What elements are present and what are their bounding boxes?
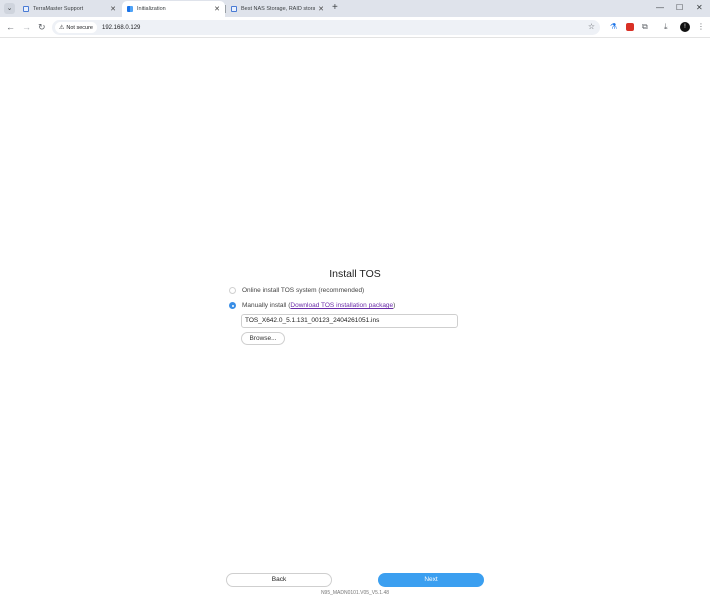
tab-terramaster-support[interactable]: TerraMaster Support ✕: [18, 1, 121, 17]
page-title: Install TOS: [329, 268, 381, 280]
online-install-option[interactable]: Online install TOS system (recommended): [229, 287, 364, 294]
online-install-label: Online install TOS system (recommended): [242, 287, 365, 294]
manual-install-option[interactable]: Manually install ( Download TOS installa…: [229, 302, 395, 309]
minimize-icon[interactable]: —: [656, 3, 664, 12]
manual-install-label-suffix: ): [393, 302, 396, 309]
extension-icon[interactable]: ⚗: [610, 22, 617, 32]
browse-button[interactable]: Browse...: [241, 332, 285, 345]
firmware-version: N95_MADN0101.V05_V5.1.48: [320, 590, 390, 596]
download-package-link[interactable]: Download TOS installation package: [290, 302, 393, 309]
next-button[interactable]: Next: [378, 573, 484, 587]
file-path-field[interactable]: TOS_X642.0_5.1.131_00123_2404261051.ins: [241, 314, 458, 328]
online-install-radio[interactable]: [229, 287, 236, 294]
red-extension-icon[interactable]: [626, 23, 634, 31]
back-button[interactable]: Back: [226, 573, 332, 587]
address-bar[interactable]: ⚠ Not secure 192.168.0.129 ☆: [52, 20, 600, 35]
close-icon[interactable]: ✕: [110, 5, 116, 13]
manual-install-label-prefix: Manually install (: [242, 302, 291, 309]
tab-initialization[interactable]: Initialization ✕: [122, 1, 225, 17]
download-icon[interactable]: ⤓: [664, 22, 668, 32]
tab-strip: ⌄ TerraMaster Support ✕ Initialization ✕…: [0, 0, 710, 17]
terramaster-favicon-icon: [23, 6, 29, 12]
reload-icon[interactable]: ↻: [38, 22, 46, 32]
tab-separator: [225, 5, 226, 13]
terramaster-favicon-icon: [231, 6, 237, 12]
tab-search-icon[interactable]: ⌄: [4, 3, 15, 14]
puzzle-extensions-icon[interactable]: ⧉: [642, 22, 648, 32]
close-icon[interactable]: ✕: [214, 5, 220, 13]
menu-kebab-icon[interactable]: ⋮: [697, 22, 705, 32]
maximize-icon[interactable]: ☐: [676, 3, 683, 12]
tab-title: Best NAS Storage, RAID storage: [241, 6, 316, 12]
back-arrow-icon[interactable]: ←: [6, 22, 15, 32]
tab-title: Initialization: [137, 6, 166, 12]
tab-title: TerraMaster Support: [33, 6, 84, 12]
url-text[interactable]: 192.168.0.129: [102, 25, 140, 31]
forward-arrow-icon[interactable]: →: [22, 22, 31, 32]
browser-toolbar: ← → ↻ ⚠ Not secure 192.168.0.129 ☆ ⚗ ⧉ ⤓…: [0, 17, 710, 38]
windows-favicon-icon: [127, 6, 133, 12]
tab-best-nas-storage[interactable]: Best NAS Storage, RAID storage ✕: [226, 1, 329, 17]
profile-avatar-icon[interactable]: !: [680, 22, 690, 32]
close-icon[interactable]: ✕: [318, 5, 324, 13]
security-chip[interactable]: ⚠ Not secure: [55, 22, 97, 33]
security-label: Not secure: [66, 24, 93, 31]
manual-install-radio[interactable]: [229, 302, 236, 309]
bookmark-star-icon[interactable]: ☆: [588, 22, 595, 31]
new-tab-plus-icon[interactable]: +: [332, 2, 338, 13]
window-close-icon[interactable]: ✕: [696, 3, 703, 12]
browser-window: ⌄ TerraMaster Support ✕ Initialization ✕…: [0, 0, 710, 600]
warning-triangle-icon: ⚠: [59, 25, 65, 31]
